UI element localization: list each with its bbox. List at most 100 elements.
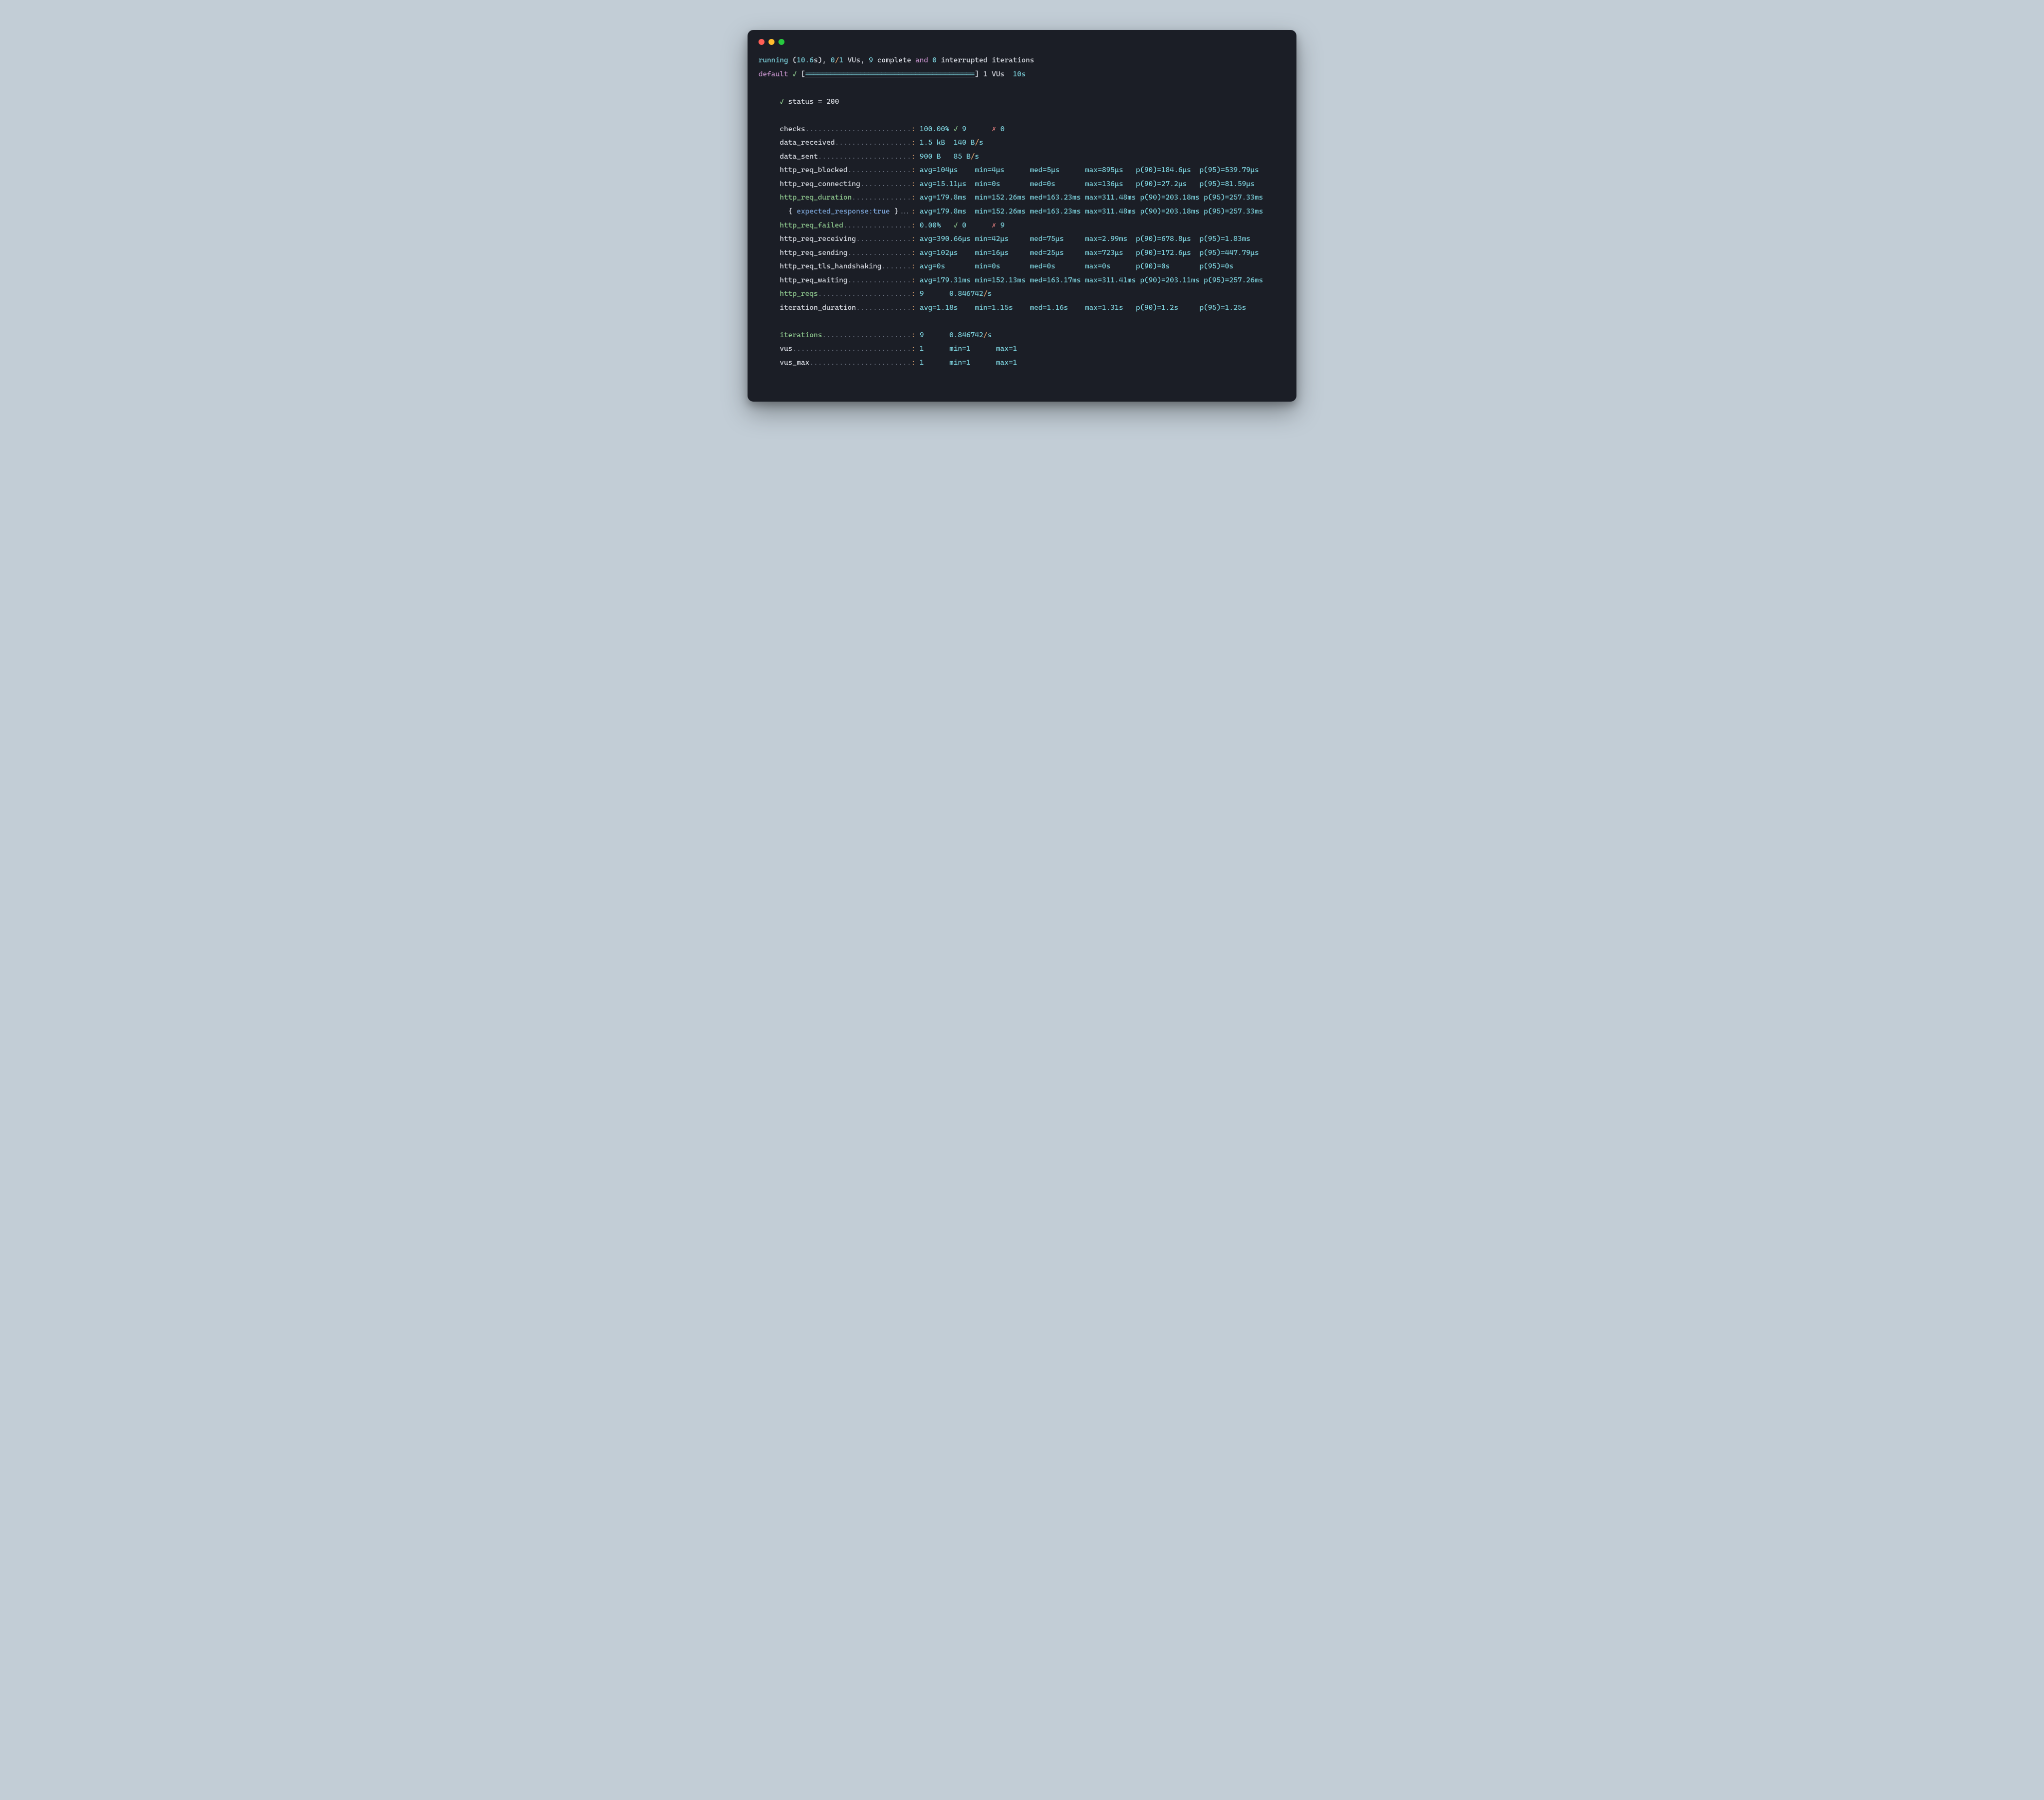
minimize-icon[interactable] (768, 39, 774, 45)
fail-count: 9 (1001, 222, 1005, 229)
check-icon: ✓ (788, 70, 801, 78)
indent (759, 208, 788, 216)
running-label: running (759, 56, 788, 64)
and-word: and (915, 56, 928, 64)
metric-label: data_received (779, 139, 834, 147)
metric-label: http_req_receiving (779, 235, 856, 243)
progress-bar: ======================================== (805, 70, 975, 78)
dots: ................ (843, 222, 911, 229)
check-icon: ✓ (779, 98, 784, 106)
indent (759, 359, 779, 367)
metric-label: vus_max (779, 359, 809, 367)
metric-value: 0.00% (915, 222, 949, 229)
metric-stats: avg=0s min=0s med=0s max=0s p(90)=0s p(9… (915, 262, 1233, 270)
indent (759, 235, 779, 243)
slash: / (975, 139, 979, 147)
metric-value: 9 0.846742 (915, 290, 983, 298)
dots: ............... (847, 276, 911, 284)
ps-unit: s (979, 139, 984, 147)
metric-stats: avg=102µs min=16µs med=25µs max=723µs p(… (915, 249, 1259, 257)
metric-label: http_req_sending (779, 249, 847, 257)
indent (759, 125, 779, 133)
fail-count: 0 (1001, 125, 1005, 133)
dots: ............................ (792, 345, 911, 353)
check-icon: ✓ (949, 222, 962, 229)
ps-unit: s (975, 153, 979, 161)
metric-label: vus (779, 345, 792, 353)
scenario-name: default (759, 70, 788, 78)
vus-label: VUs, (843, 56, 869, 64)
terminal-output: running (10.6s), 0/1 VUs, 9 complete and… (759, 54, 1285, 384)
metric-stats: avg=104µs min=4µs med=5µs max=895µs p(90… (915, 166, 1259, 174)
vus-current: 0 (830, 56, 835, 64)
zoom-icon[interactable] (778, 39, 784, 45)
ps-unit: s (988, 331, 992, 339)
metric-label: iteration_duration (779, 304, 856, 312)
dots: ............ (860, 180, 911, 188)
slash: / (983, 331, 988, 339)
window-titlebar (759, 39, 1285, 54)
metric-value: 9 0.846742 (915, 331, 983, 339)
complete-label: complete (873, 56, 915, 64)
check-icon: ✓ (949, 125, 962, 133)
indent (759, 98, 779, 106)
indent (759, 153, 779, 161)
indent (759, 276, 779, 284)
indent (759, 249, 779, 257)
interrupted-count: 0 (928, 56, 937, 64)
metric-stats: avg=179.8ms min=152.26ms med=163.23ms ma… (915, 208, 1263, 216)
indent (759, 331, 779, 339)
metric-value: 100.00% (915, 125, 949, 133)
indent (759, 345, 779, 353)
close-icon[interactable] (759, 39, 765, 45)
metric-value: 1.5 kB 140 B (915, 139, 975, 147)
dots: .............. (852, 194, 911, 202)
dots: ... (898, 208, 911, 216)
progress-vus: 1 VUs (979, 70, 1013, 78)
indent (759, 139, 779, 147)
dots: ............. (856, 304, 911, 312)
metric-label: iterations (779, 331, 822, 339)
progress-duration: 10s (1013, 70, 1026, 78)
dots: ...................... (818, 290, 911, 298)
dots: .................. (835, 139, 911, 147)
ps-unit: s (988, 290, 992, 298)
metric-label: http_req_waiting (779, 276, 847, 284)
metric-value: 1 min=1 max=1 (915, 359, 1017, 367)
metric-label: data_sent (779, 153, 817, 161)
dots: ....... (881, 262, 911, 270)
duration-value: 10.6 (796, 56, 813, 64)
metric-stats: avg=390.66µs min=42µs med=75µs max=2.99m… (915, 235, 1250, 243)
metric-stats: avg=179.31ms min=152.13ms med=163.17ms m… (915, 276, 1263, 284)
dots: ............... (847, 249, 911, 257)
bar-close: ] (975, 70, 979, 78)
metric-label: http_req_blocked (779, 166, 847, 174)
interrupted-label: interrupted iterations (937, 56, 1034, 64)
metric-label: checks (779, 125, 805, 133)
metric-value: 900 B 85 B (915, 153, 970, 161)
slash: / (983, 290, 988, 298)
metric-stats: avg=1.18s min=1.15s med=1.16s max=1.31s … (915, 304, 1246, 312)
indent (759, 166, 779, 174)
metric-label: http_req_failed (779, 222, 843, 229)
metric-label: http_req_duration (779, 194, 851, 202)
metric-value: 1 min=1 max=1 (915, 345, 1017, 353)
metric-label: http_req_connecting (779, 180, 860, 188)
metric-label: http_req_tls_handshaking (779, 262, 881, 270)
dots: ........................ (809, 359, 911, 367)
status-check-label: status = 200 (784, 98, 839, 106)
dots: ...................... (818, 153, 911, 161)
duration-open: ( (788, 56, 796, 64)
duration-unit: s), (813, 56, 830, 64)
dots: ............. (856, 235, 911, 243)
tag-key: expected_response:true (796, 208, 890, 216)
terminal-window: running (10.6s), 0/1 VUs, 9 complete and… (748, 30, 1296, 402)
dots: ......................... (805, 125, 911, 133)
space (966, 125, 992, 133)
indent (759, 290, 779, 298)
metric-stats: avg=179.8ms min=152.26ms med=163.23ms ma… (915, 194, 1263, 202)
metric-label: http_reqs (779, 290, 817, 298)
metric-stats: avg=15.11µs min=0s med=0s max=136µs p(90… (915, 180, 1255, 188)
dots: ..................... (822, 331, 911, 339)
indent (759, 194, 779, 202)
